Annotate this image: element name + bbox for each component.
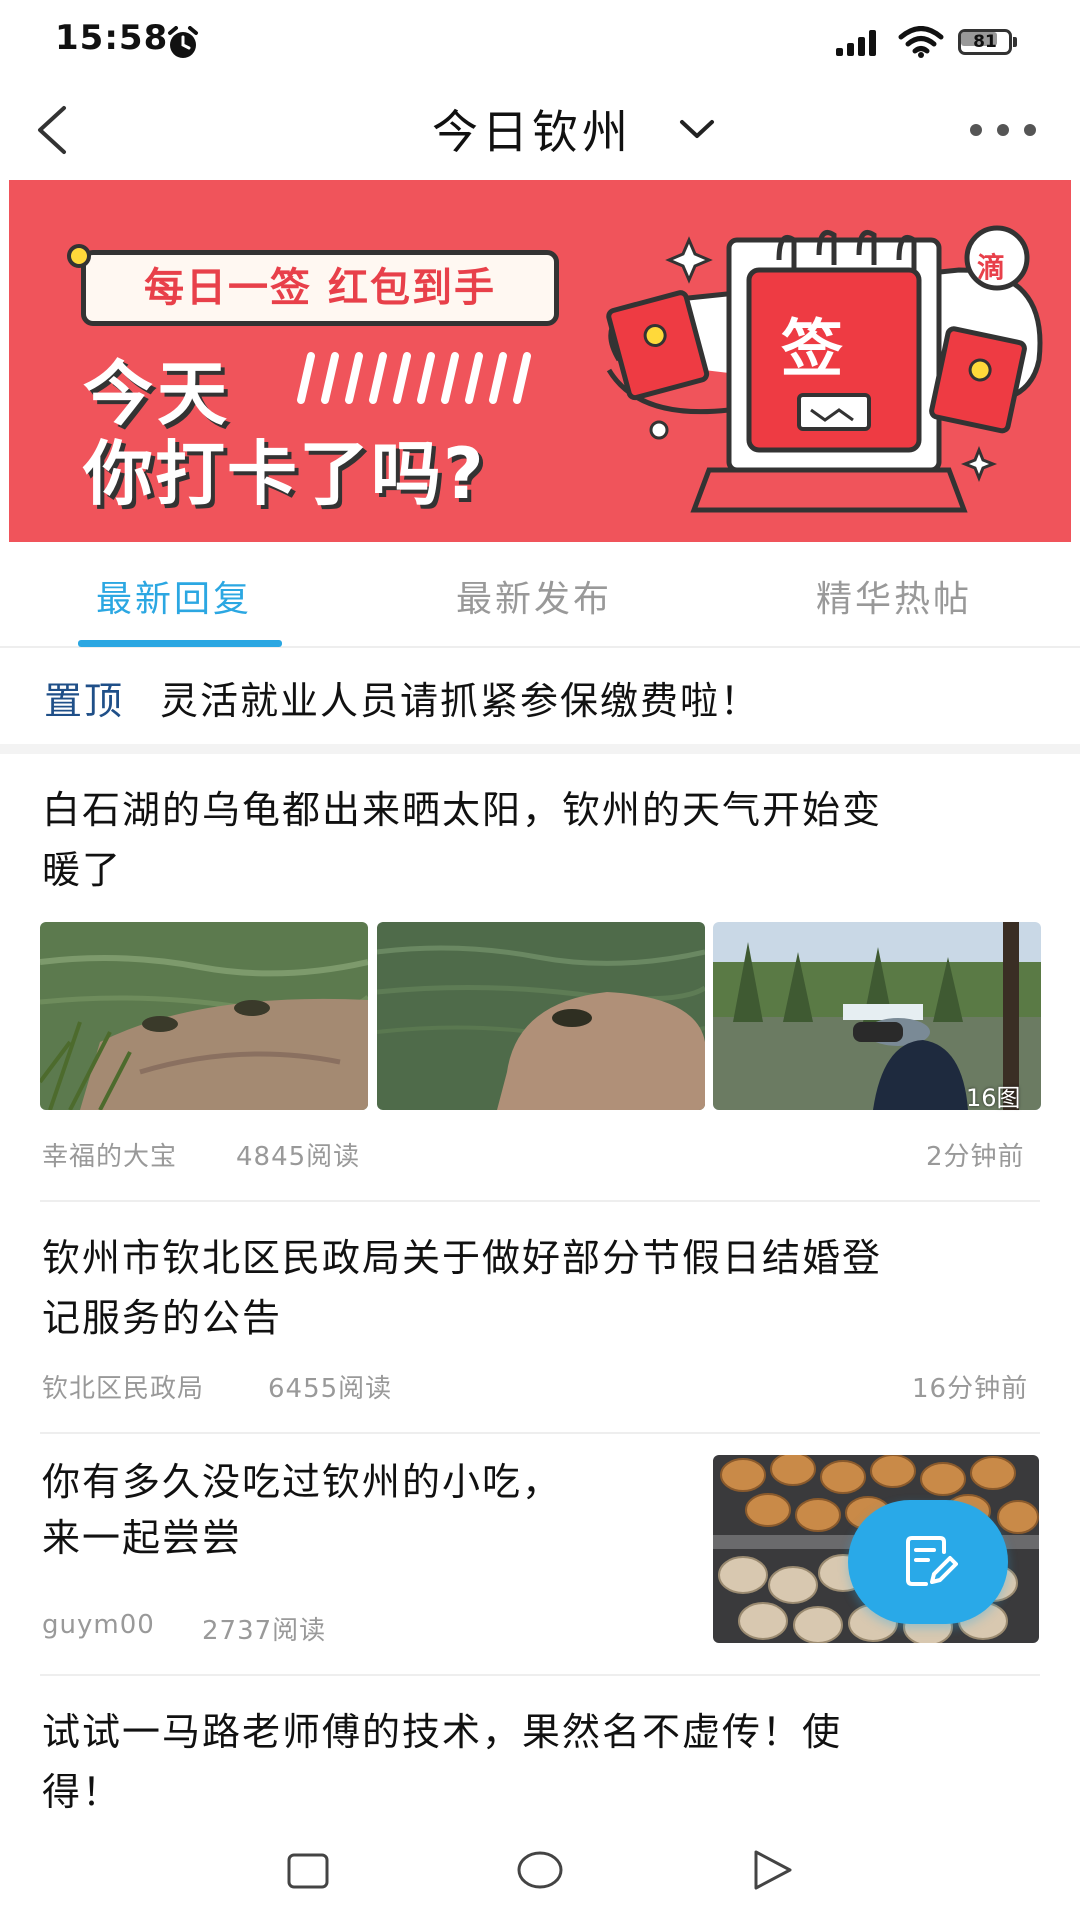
- more-options-icon[interactable]: [966, 112, 1040, 148]
- post-author[interactable]: 钦北区民政局: [42, 1368, 204, 1405]
- post-title-continued[interactable]: 记服务的公告: [42, 1288, 282, 1348]
- post-time: 16分钟前: [912, 1374, 1029, 1404]
- recents-square-icon[interactable]: [286, 1852, 330, 1890]
- back-triangle-icon[interactable]: [752, 1848, 794, 1892]
- battery-indicator: 81: [958, 29, 1018, 55]
- compose-post-button[interactable]: [848, 1500, 1008, 1624]
- pinned-post[interactable]: 置顶 灵活就业人员请抓紧参保缴费啦！: [0, 648, 1080, 744]
- post-thumbnail-turtle-rock[interactable]: [377, 922, 705, 1110]
- tab-bar: 最新回复 最新发布 精华热帖: [0, 542, 1080, 648]
- battery-level: 81: [973, 32, 997, 52]
- post-read-count: 6455阅读: [268, 1374, 393, 1404]
- chevron-down-icon[interactable]: [676, 110, 718, 150]
- calendar-sign-text: 签: [781, 312, 844, 385]
- pinned-title[interactable]: 灵活就业人员请抓紧参保缴费啦！: [160, 670, 760, 725]
- page-title[interactable]: 今日钦州: [432, 96, 632, 162]
- post-thumbnail-turtles[interactable]: [40, 922, 368, 1110]
- checkin-banner[interactable]: 每日一签 红包到手 今天 你打卡了吗? 签 滴: [9, 180, 1071, 542]
- section-divider: [0, 744, 1080, 754]
- post-author[interactable]: 幸福的大宝: [42, 1136, 177, 1173]
- post-read-count: 2737阅读: [202, 1616, 327, 1646]
- status-bar: 15:58 81: [0, 0, 1080, 82]
- system-nav-bar: [0, 1822, 1080, 1920]
- banner-headline-2: 你打卡了吗?: [83, 433, 486, 515]
- post-title[interactable]: 钦州市钦北区民政局关于做好部分节假日结婚登: [42, 1228, 882, 1288]
- post-title[interactable]: 白石湖的乌龟都出来晒太阳，钦州的天气开始变: [42, 780, 882, 840]
- post-title-continued[interactable]: 暖了: [42, 840, 122, 900]
- back-arrow-icon[interactable]: [30, 100, 74, 160]
- banner-pill: 每日一签 红包到手: [81, 250, 559, 326]
- tab-featured-posts[interactable]: 精华热帖: [816, 570, 972, 622]
- list-divider: [40, 1200, 1040, 1202]
- banner-pill-text: 每日一签 红包到手: [144, 265, 496, 311]
- home-circle-icon[interactable]: [516, 1850, 564, 1890]
- post-author[interactable]: guym00: [42, 1610, 155, 1640]
- wifi-icon: [898, 26, 944, 58]
- tab-latest-posts[interactable]: 最新发布: [456, 570, 612, 622]
- pill-dot-icon: [67, 244, 91, 268]
- post-time: 2分钟前: [926, 1142, 1025, 1172]
- post-title[interactable]: 你有多久没吃过钦州的小吃，: [42, 1452, 562, 1512]
- cellular-signal-icon: [836, 30, 876, 56]
- list-divider: [40, 1432, 1040, 1434]
- status-time: 15:58: [55, 18, 169, 58]
- header: 今日钦州: [0, 82, 1080, 178]
- list-divider: [40, 1674, 1040, 1676]
- post-title-continued[interactable]: 来一起尝尝: [42, 1508, 242, 1568]
- banner-stripes-decoration: [297, 352, 531, 404]
- post-title-continued[interactable]: 得！: [42, 1762, 122, 1822]
- edit-note-icon: [906, 1536, 958, 1586]
- post-title[interactable]: 试试一马路老师傅的技术，果然名不虚传！使: [42, 1702, 842, 1762]
- pinned-tag: 置顶: [44, 679, 125, 723]
- post-read-count: 4845阅读: [236, 1142, 361, 1172]
- battery-cap: [1013, 37, 1017, 47]
- banner-badge-text: 滴: [977, 251, 1006, 284]
- tab-active-indicator: [78, 640, 282, 647]
- tab-latest-replies[interactable]: 最新回复: [96, 570, 252, 622]
- alarm-clock-icon: [168, 26, 198, 58]
